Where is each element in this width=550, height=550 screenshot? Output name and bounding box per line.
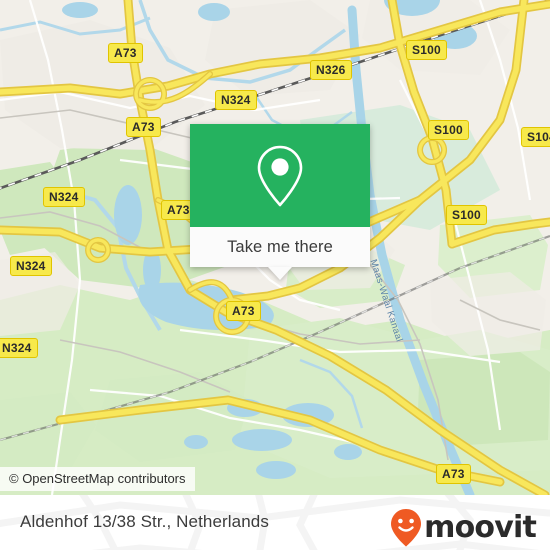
road-shield: A73 (226, 301, 261, 321)
road-shield: A73 (436, 464, 471, 484)
moovit-map-screen: Maas-Waal Kanaal A73 N326 S100 N324 A73 … (0, 0, 550, 550)
road-shield: N324 (215, 90, 257, 110)
moovit-wordmark: moovit (424, 510, 537, 545)
road-shield: S100 (446, 205, 487, 225)
road-shield: N324 (10, 256, 52, 276)
road-shield: N326 (310, 60, 352, 80)
road-shield: A73 (108, 43, 143, 63)
road-shield: S100 (406, 40, 447, 60)
footer-bar: Aldenhof 13/38 Str., Netherlands moovit (0, 495, 550, 550)
location-title: Aldenhof 13/38 Str., Netherlands (20, 512, 269, 531)
road-shield: S104 (521, 127, 550, 147)
take-me-there-button[interactable]: Take me there (190, 227, 370, 280)
map-pin-icon (257, 145, 303, 206)
road-shield: N324 (0, 338, 38, 358)
road-shield: S100 (428, 120, 469, 140)
road-shield: A73 (126, 117, 161, 137)
road-shield: N324 (43, 187, 85, 207)
osm-attribution[interactable]: © OpenStreetMap contributors (0, 467, 195, 491)
location-callout-card[interactable]: Take me there (190, 124, 370, 280)
moovit-logo[interactable]: moovit (389, 508, 537, 548)
callout-pointer (268, 267, 292, 280)
map-canvas[interactable]: Maas-Waal Kanaal A73 N326 S100 N324 A73 … (0, 0, 550, 495)
take-me-there-label: Take me there (227, 237, 333, 256)
moovit-smiley-pin-icon (391, 509, 422, 547)
card-header (190, 124, 370, 227)
